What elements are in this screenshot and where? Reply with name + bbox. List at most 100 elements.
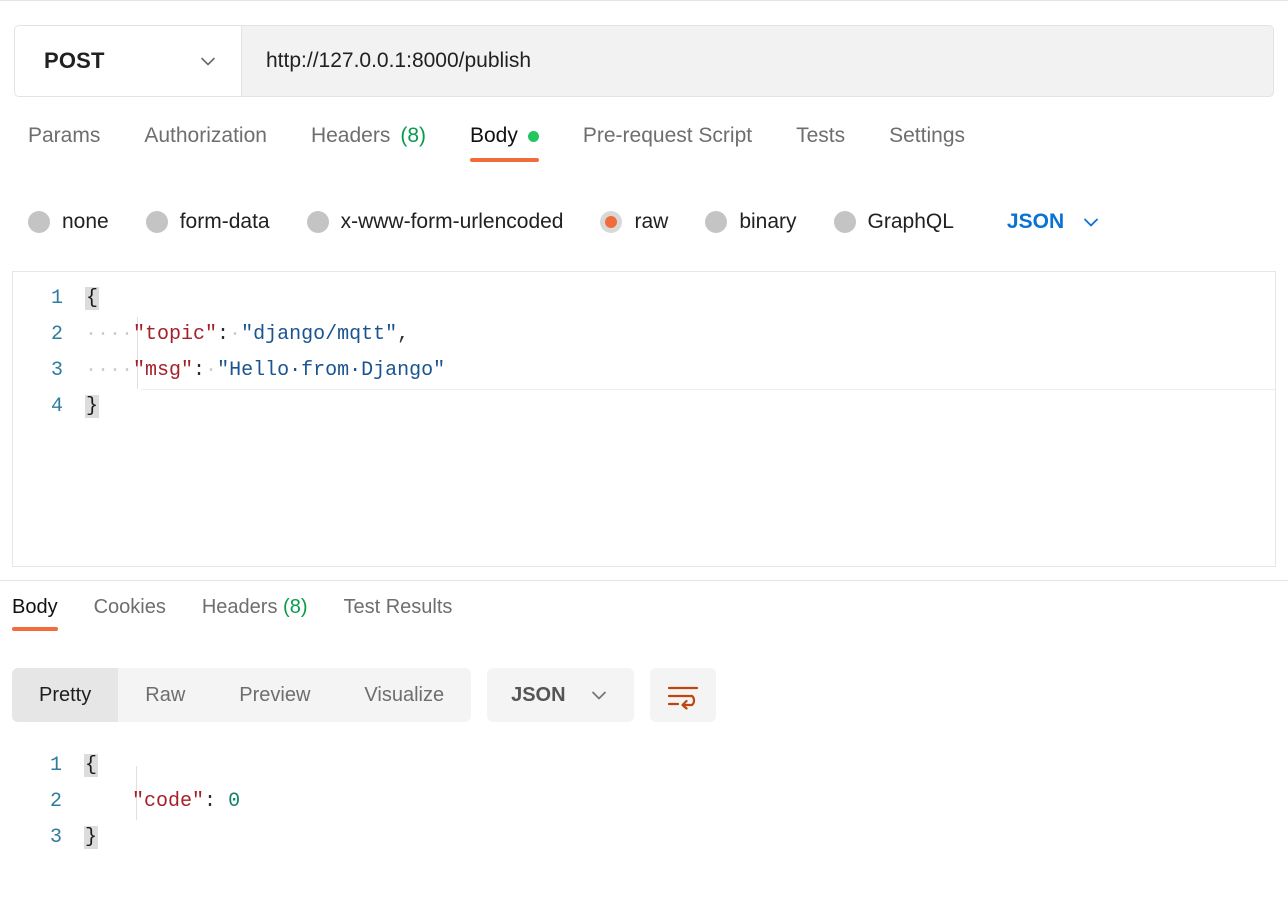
body-type-x-www-form-urlencoded-label: x-www-form-urlencoded <box>341 210 564 234</box>
tab-authorization-label: Authorization <box>144 124 267 148</box>
radio-icon-raw-selected <box>600 211 622 233</box>
radio-icon-binary <box>705 211 727 233</box>
response-view-mode-group: Pretty Raw Preview Visualize <box>12 668 471 722</box>
whitespace-dot: · <box>205 359 217 382</box>
code-line: 1 { <box>12 748 1276 784</box>
body-type-raw-label: raw <box>634 210 668 234</box>
json-colon: : <box>204 790 216 813</box>
tab-headers[interactable]: Headers (8) <box>311 124 426 162</box>
response-tab-test-results[interactable]: Test Results <box>343 596 452 631</box>
tab-params-label: Params <box>28 124 100 148</box>
tab-headers-label: Headers <box>311 124 390 148</box>
tab-settings[interactable]: Settings <box>889 124 965 162</box>
tab-body[interactable]: Body <box>470 124 539 162</box>
line-number: 3 <box>13 353 85 389</box>
whitespace-dot: · <box>229 323 241 346</box>
line-number: 2 <box>13 317 85 353</box>
json-key: "code" <box>132 790 204 813</box>
view-mode-pretty-label: Pretty <box>39 684 91 707</box>
tab-pre-request-script[interactable]: Pre-request Script <box>583 124 752 162</box>
line-number: 1 <box>12 748 84 784</box>
raw-format-label: JSON <box>1007 210 1064 234</box>
response-tab-cookies[interactable]: Cookies <box>94 596 166 631</box>
json-key: "msg" <box>133 359 193 382</box>
request-url-input[interactable]: http://127.0.0.1:8000/publish <box>242 26 1273 96</box>
line-number: 4 <box>13 389 85 425</box>
json-colon: : <box>217 323 229 346</box>
json-open-brace: { <box>84 754 98 777</box>
raw-format-select[interactable]: JSON <box>1007 210 1102 234</box>
json-colon: : <box>193 359 205 382</box>
view-mode-pretty[interactable]: Pretty <box>12 668 118 722</box>
response-body-viewer[interactable]: 1 { 2 "code": 0 3 } <box>12 748 1276 888</box>
radio-icon-x-www-form-urlencoded <box>307 211 329 233</box>
view-mode-raw-label: Raw <box>145 684 185 707</box>
response-tab-body-active-underline <box>12 627 58 631</box>
body-type-graphql[interactable]: GraphQL <box>834 210 954 234</box>
tab-headers-count: (8) <box>400 124 426 148</box>
json-key: "topic" <box>133 323 217 346</box>
whitespace-dots: ···· <box>85 359 133 382</box>
body-type-binary[interactable]: binary <box>705 210 796 234</box>
response-tab-headers-label: Headers <box>202 596 278 618</box>
response-format-select[interactable]: JSON <box>487 668 633 722</box>
line-number: 3 <box>12 820 84 856</box>
response-tabs: Body Cookies Headers (8) Test Results <box>0 596 1288 644</box>
wrap-text-button[interactable] <box>650 668 716 722</box>
line-number: 2 <box>12 784 84 820</box>
tab-params[interactable]: Params <box>28 124 100 162</box>
body-type-none[interactable]: none <box>28 210 109 234</box>
separator-space <box>216 790 228 813</box>
code-line: 3 ····"msg":·"Hello·from·Django" <box>13 353 1275 389</box>
view-mode-visualize[interactable]: Visualize <box>337 668 471 722</box>
tab-body-label: Body <box>470 124 518 148</box>
body-type-none-label: none <box>62 210 109 234</box>
request-body-editor[interactable]: 1 { 2 ····"topic":·"django/mqtt", 3 ····… <box>12 271 1276 567</box>
line-number: 1 <box>13 281 85 317</box>
body-type-options: none form-data x-www-form-urlencoded raw… <box>0 196 1288 248</box>
body-type-binary-label: binary <box>739 210 796 234</box>
http-method-select[interactable]: POST <box>15 26 242 96</box>
json-close-brace: } <box>84 826 98 849</box>
view-mode-visualize-label: Visualize <box>364 684 444 707</box>
whitespace-dots: ···· <box>85 323 133 346</box>
chevron-down-icon <box>1080 211 1102 233</box>
tab-tests[interactable]: Tests <box>796 124 845 162</box>
indent-space <box>84 790 132 813</box>
response-tab-headers-count: (8) <box>283 596 307 618</box>
chevron-down-icon <box>588 684 610 706</box>
code-line: 2 ····"topic":·"django/mqtt", <box>13 317 1275 353</box>
body-type-raw[interactable]: raw <box>600 210 668 234</box>
body-type-x-www-form-urlencoded[interactable]: x-www-form-urlencoded <box>307 210 564 234</box>
radio-icon-form-data <box>146 211 168 233</box>
http-method-label: POST <box>44 48 105 74</box>
radio-icon-none <box>28 211 50 233</box>
response-tab-test-results-label: Test Results <box>343 596 452 618</box>
request-url-text: http://127.0.0.1:8000/publish <box>266 49 531 73</box>
json-comma: , <box>397 323 409 346</box>
view-mode-raw[interactable]: Raw <box>118 668 212 722</box>
json-value: 0 <box>228 790 240 813</box>
code-line: 2 "code": 0 <box>12 784 1276 820</box>
chevron-down-icon <box>197 50 219 72</box>
request-url-bar: POST http://127.0.0.1:8000/publish <box>14 25 1274 97</box>
request-response-divider[interactable] <box>0 580 1288 581</box>
body-type-form-data[interactable]: form-data <box>146 210 270 234</box>
json-open-brace: { <box>85 287 99 310</box>
response-tab-cookies-label: Cookies <box>94 596 166 618</box>
request-code-area[interactable]: 1 { 2 ····"topic":·"django/mqtt", 3 ····… <box>13 272 1275 425</box>
tab-authorization[interactable]: Authorization <box>144 124 267 162</box>
view-mode-preview[interactable]: Preview <box>212 668 337 722</box>
response-tab-body[interactable]: Body <box>12 596 58 631</box>
body-modified-dot-icon <box>528 131 539 142</box>
response-format-label: JSON <box>511 684 565 707</box>
response-tab-headers[interactable]: Headers (8) <box>202 596 308 631</box>
json-value: "django/mqtt" <box>241 323 397 346</box>
window-top-divider <box>0 0 1288 1</box>
code-line: 1 { <box>13 281 1275 317</box>
json-close-brace: } <box>85 395 99 418</box>
tab-pre-request-script-label: Pre-request Script <box>583 124 752 148</box>
radio-icon-graphql <box>834 211 856 233</box>
tab-body-active-underline <box>470 158 539 162</box>
response-code-area: 1 { 2 "code": 0 3 } <box>12 748 1276 856</box>
